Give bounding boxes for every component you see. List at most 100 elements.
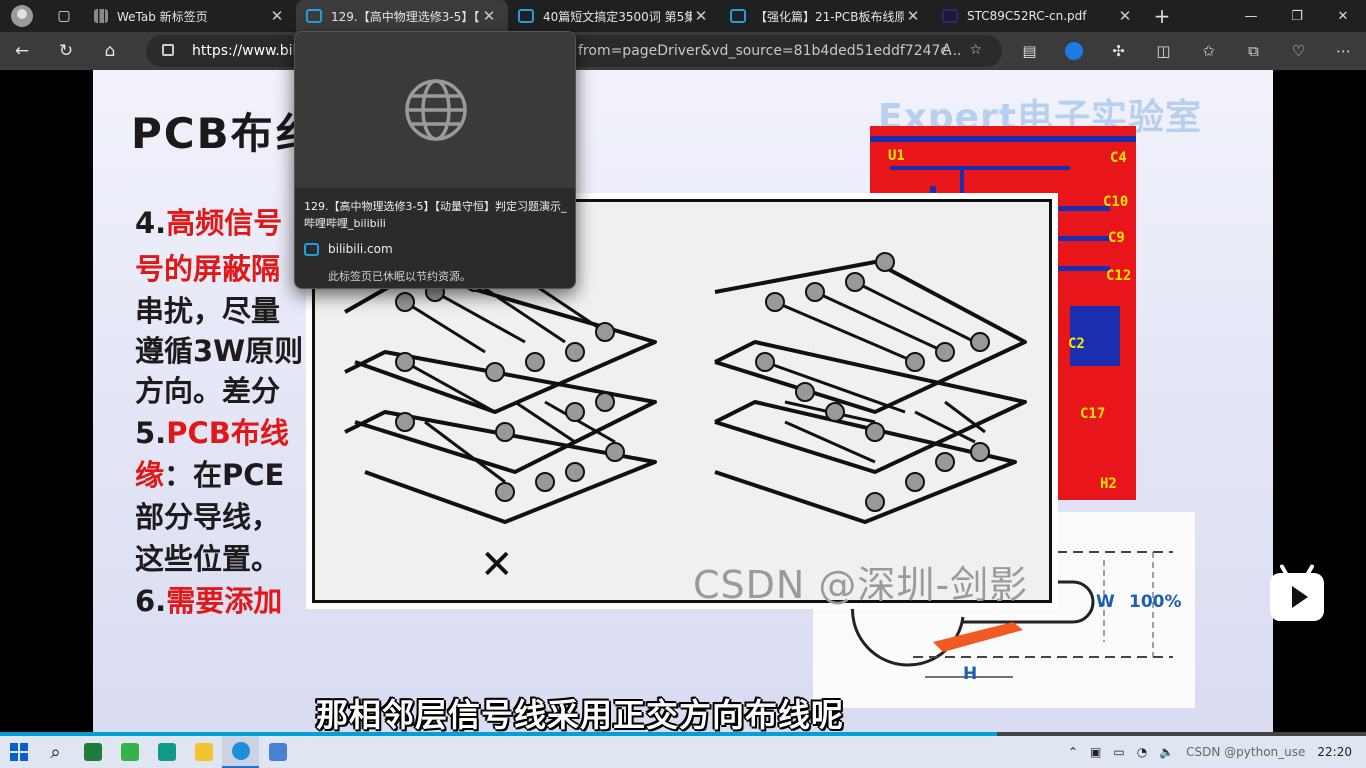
taskbar-app-wps[interactable] [74, 736, 111, 768]
wps-icon [83, 743, 102, 761]
bilibili-icon [518, 9, 534, 23]
collections-icon[interactable]: ⧉ [1231, 32, 1276, 70]
tab-title: WeTab 新标签页 [117, 9, 208, 24]
bilibili-icon [306, 9, 322, 23]
battery-icon[interactable]: ▭ [1107, 745, 1130, 759]
tab-english[interactable]: 40篇短文搞定3500词 第5集 ✕ [508, 0, 720, 32]
close-tab-icon[interactable]: ✕ [480, 7, 498, 25]
reading-view-icon[interactable]: ▤ [1007, 32, 1052, 70]
restore-icon[interactable]: ❐ [1274, 0, 1320, 32]
bilibili-icon [304, 242, 319, 256]
favorite-star-icon[interactable]: ☆ [969, 42, 982, 58]
slide-line: 这些位置。 [135, 542, 281, 576]
chevron-up-icon[interactable]: ⌃ [1062, 745, 1084, 759]
tab-actions-icon[interactable]: ▢ [44, 0, 84, 32]
pcb-label: C2 [1068, 336, 1085, 352]
windows-icon [9, 743, 28, 761]
video-subtitle: 那相邻层信号线采用正交方向布线呢 [316, 696, 845, 734]
folder-icon [194, 743, 213, 761]
play-button[interactable] [1270, 573, 1324, 621]
percent-label: 100% [1129, 592, 1182, 612]
taskbar-app-teal[interactable] [148, 736, 185, 768]
slide-line: 部分导线， [135, 500, 281, 534]
search-icon[interactable]: ⌕ [37, 736, 74, 768]
volume-icon[interactable]: 🔈 [1153, 745, 1180, 759]
start-button[interactable] [0, 736, 37, 768]
extensions-icon[interactable]: ✣ [1096, 32, 1141, 70]
pcb-label: C10 [1103, 194, 1129, 210]
wetab-icon [94, 9, 108, 23]
tray-text: CSDN @python_use [1186, 745, 1306, 759]
window-controls: — ❐ ✕ [1228, 0, 1366, 32]
slide-title: PCB布纟 [131, 109, 319, 158]
height-label: H [963, 664, 978, 684]
slide-line: 6.需要添加 [135, 584, 283, 618]
navigation-bar: ← ↻ ⌂ https://www.bilib from=pageDriver&… [0, 32, 1366, 70]
extension-blue-icon[interactable] [1065, 42, 1083, 60]
tab-strip: ▢ WeTab 新标签页 ✕ 129.【高中物理选修3-5】【 ✕ 40篇短文搞… [0, 0, 1366, 32]
pcb-label: U1 [888, 148, 905, 164]
url-prefix: https://www.bilib [192, 43, 310, 59]
tab-physics[interactable]: 129.【高中物理选修3-5】【 ✕ [296, 0, 508, 32]
tab-title: STC89C52RC-cn.pdf [967, 9, 1087, 23]
close-tab-icon[interactable]: ✕ [692, 7, 710, 25]
slide-line: 遵循3W原则 [135, 334, 304, 368]
edge-icon [231, 742, 250, 760]
favorites-icon[interactable]: ✩ [1186, 32, 1231, 70]
tab-pcb[interactable]: 【强化篇】21-PCB板布线原 ✕ [720, 0, 932, 32]
close-tab-icon[interactable]: ✕ [1116, 7, 1134, 25]
taskbar-app-explorer[interactable] [185, 736, 222, 768]
pcb-label: C17 [1080, 406, 1106, 422]
preview-title: 129.【高中物理选修3-5】【动量守恒】判定习题演示_哔哩哔哩_bilibil… [304, 200, 567, 230]
app-icon [157, 743, 176, 761]
taskbar-app-edge[interactable] [222, 736, 259, 768]
pdf-icon [942, 9, 958, 23]
tab-title: 129.【高中物理选修3-5】【 [331, 9, 480, 24]
slide-line: 号的屏蔽隔 [135, 252, 281, 286]
browser-essentials-icon[interactable]: ♡ [1276, 32, 1321, 70]
system-tray: ⌃ ▣ ▭ ◔ 🔈 CSDN @python_use 22:20 [1062, 736, 1366, 768]
back-icon[interactable]: ← [0, 32, 44, 70]
remote-icon [268, 743, 287, 761]
lock-icon [162, 44, 174, 56]
qc-icon [120, 743, 139, 761]
pcb-label: C9 [1108, 230, 1125, 246]
csdn-watermark: CSDN @深圳-剑影 [693, 563, 1029, 607]
tab-hover-preview: 129.【高中物理选修3-5】【动量守恒】判定习题演示_哔哩哔哩_bilibil… [294, 31, 576, 289]
video-player[interactable]: PCB布纟 Expert电子实验室 4.高频信号 号的屏蔽隔 串扰，尽量 遵循3… [0, 70, 1366, 736]
more-menu-icon[interactable]: ⋯ [1321, 32, 1366, 70]
minimize-icon[interactable]: — [1228, 0, 1274, 32]
taskbar: ⌕ ⌃ ▣ ▭ ◔ 🔈 CSDN @python_use 22:20 [0, 736, 1366, 768]
slide-line: 4.高频信号 [135, 206, 283, 240]
profile-button[interactable] [0, 0, 44, 32]
close-tab-icon[interactable]: ✕ [904, 7, 922, 25]
taskbar-app-qq[interactable] [111, 736, 148, 768]
preview-site-name: bilibili.com [328, 242, 393, 256]
pcb-label: C4 [1110, 150, 1127, 166]
slide-line: 5.PCB布线 [135, 416, 289, 450]
tab-title: 【强化篇】21-PCB板布线原 [755, 9, 904, 24]
wifi-icon[interactable]: ◔ [1131, 745, 1153, 759]
close-tab-icon[interactable]: ✕ [268, 7, 286, 25]
tray-app-icon[interactable]: ▣ [1084, 745, 1107, 759]
toolbar: ▤ ✣ ◫ ✩ ⧉ ♡ ⋯ [1007, 32, 1366, 70]
tab-wetab[interactable]: WeTab 新标签页 ✕ [84, 0, 296, 32]
split-screen-icon[interactable]: ◫ [1141, 32, 1186, 70]
preview-sleep-note: 此标签页已休眠以节约资源。 [328, 270, 471, 283]
slide-line: 方向。差分 [135, 374, 281, 408]
close-window-icon[interactable]: ✕ [1320, 0, 1366, 32]
taskbar-app-remote[interactable] [259, 736, 296, 768]
read-aloud-icon[interactable]: A [942, 42, 952, 58]
refresh-icon[interactable]: ↻ [44, 32, 88, 70]
clock[interactable]: 22:20 [1311, 745, 1366, 759]
preview-thumbnail [295, 32, 575, 188]
globe-icon [405, 79, 467, 141]
home-icon[interactable]: ⌂ [88, 32, 132, 70]
url-tail: from=pageDriver&vd_source=81b4ded51eddf7… [578, 43, 962, 59]
play-icon [1291, 586, 1308, 608]
tab-pdf[interactable]: STC89C52RC-cn.pdf ✕ [932, 0, 1144, 32]
preview-site: bilibili.com [304, 242, 393, 256]
pcb-label: C12 [1106, 268, 1132, 284]
new-tab-button[interactable]: + [1144, 4, 1180, 28]
width-label: W [1096, 592, 1115, 612]
